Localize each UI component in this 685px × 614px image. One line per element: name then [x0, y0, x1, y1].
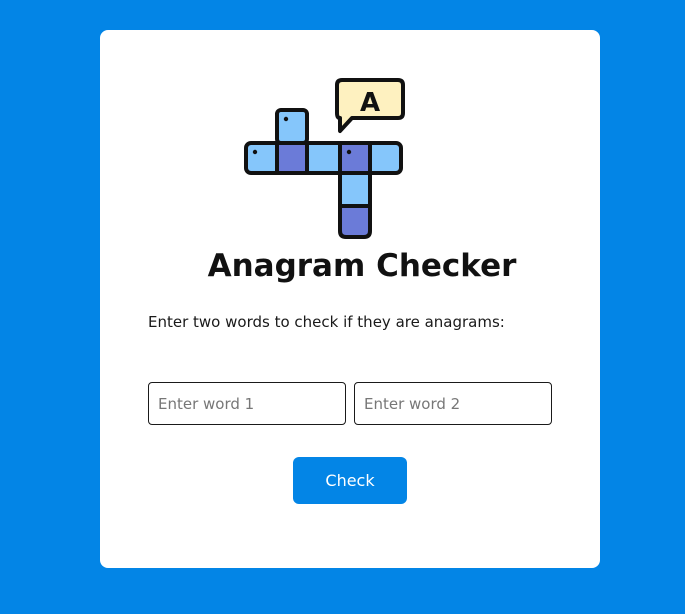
page-title: Anagram Checker — [207, 248, 517, 284]
anagram-card: A Anagram Checker Enter two words to che… — [100, 30, 600, 568]
instructions-text: Enter two words to check if they are ana… — [148, 313, 505, 331]
crossword-puzzle-icon: A — [244, 78, 405, 239]
word2-input[interactable] — [354, 382, 552, 425]
check-button[interactable]: Check — [293, 457, 407, 504]
word1-input[interactable] — [148, 382, 346, 425]
speech-bubble-icon: A — [335, 78, 405, 133]
svg-text:A: A — [360, 88, 380, 118]
